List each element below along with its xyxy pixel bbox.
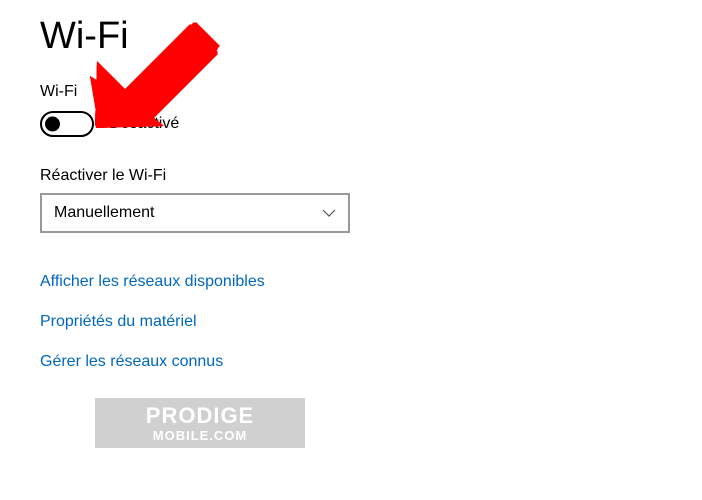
toggle-knob-icon bbox=[45, 117, 60, 132]
link-list: Afficher les réseaux disponibles Proprié… bbox=[40, 273, 662, 371]
wifi-toggle[interactable] bbox=[40, 111, 94, 137]
reactivate-label: Réactiver le Wi-Fi bbox=[40, 167, 662, 185]
wifi-toggle-row: Désactivé bbox=[40, 111, 662, 137]
link-available-networks[interactable]: Afficher les réseaux disponibles bbox=[40, 273, 265, 291]
watermark-line2: MOBILE.COM bbox=[153, 429, 248, 442]
link-known-networks[interactable]: Gérer les réseaux connus bbox=[40, 353, 223, 371]
page-title: Wi-Fi bbox=[40, 15, 662, 58]
link-hardware-properties[interactable]: Propriétés du matériel bbox=[40, 313, 197, 331]
watermark: PRODIGE MOBILE.COM bbox=[95, 398, 305, 448]
wifi-section-label: Wi-Fi bbox=[40, 83, 662, 101]
wifi-toggle-state: Désactivé bbox=[109, 115, 179, 133]
reactivate-dropdown[interactable]: Manuellement bbox=[40, 193, 350, 233]
dropdown-value: Manuellement bbox=[54, 204, 155, 222]
chevron-down-icon bbox=[322, 206, 336, 220]
watermark-line1: PRODIGE bbox=[146, 405, 254, 427]
